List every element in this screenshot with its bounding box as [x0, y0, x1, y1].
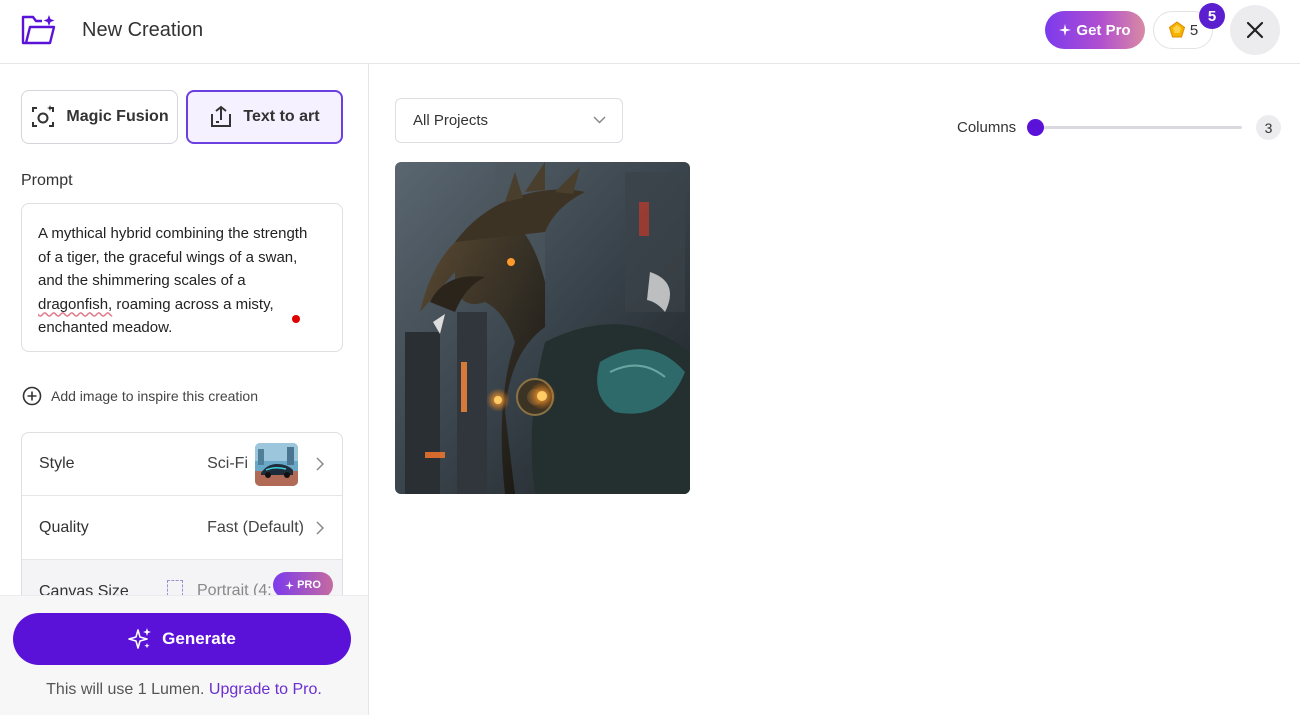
tab-text-to-art-label: Text to art — [243, 108, 320, 125]
chevron-right-icon — [316, 457, 324, 471]
add-image-label: Add image to inspire this creation — [51, 388, 258, 404]
project-filter-value: All Projects — [413, 112, 489, 129]
style-value: Sci-Fi — [207, 455, 248, 472]
quality-setting[interactable]: Quality Fast (Default) — [22, 497, 342, 560]
prompt-misspelled-word: dragonfish, — [38, 295, 113, 313]
columns-label: Columns — [957, 119, 1017, 136]
plus-circle-icon — [22, 386, 42, 406]
columns-slider-thumb[interactable] — [1026, 119, 1044, 136]
upload-art-icon — [211, 105, 232, 127]
prompt-text[interactable]: A mythical hybrid combining the strength… — [38, 222, 323, 340]
generate-label: Generate — [162, 629, 236, 648]
sparkle-icon — [285, 580, 295, 590]
style-setting[interactable]: Style Sci-Fi — [22, 433, 342, 496]
quality-value: Fast (Default) — [207, 519, 304, 536]
columns-value: 3 — [1256, 115, 1281, 140]
pro-badge-label: PRO — [297, 579, 321, 591]
add-image-button[interactable]: Add image to inspire this creation — [22, 386, 258, 406]
app-header: New Creation Get Pro 5 5 — [0, 0, 1300, 64]
camera-fusion-icon — [32, 105, 55, 127]
style-label: Style — [39, 455, 75, 472]
notification-badge: 5 — [1199, 3, 1225, 29]
lumen-usage-text: This will use 1 Lumen. — [46, 681, 209, 698]
generated-artwork[interactable] — [395, 162, 690, 494]
prompt-input[interactable]: A mythical hybrid combining the strength… — [21, 203, 343, 352]
tab-magic-fusion[interactable]: Magic Fusion — [21, 90, 178, 144]
upgrade-link[interactable]: Upgrade to Pro. — [209, 681, 322, 698]
get-pro-label: Get Pro — [1076, 21, 1131, 39]
close-button[interactable] — [1230, 5, 1280, 55]
sparkle-icon — [1059, 24, 1072, 36]
close-icon — [1246, 21, 1264, 39]
generate-sparkle-icon — [128, 628, 152, 649]
quality-label: Quality — [39, 519, 89, 536]
prompt-label: Prompt — [21, 172, 73, 189]
lumen-usage-note: This will use 1 Lumen. Upgrade to Pro. — [0, 681, 368, 699]
generate-footer: Generate This will use 1 Lumen. Upgrade … — [0, 595, 368, 715]
lumen-count: 5 — [1189, 21, 1199, 39]
creation-sidebar: Magic Fusion Text to art Prompt A mythic… — [0, 64, 369, 715]
tab-magic-fusion-label: Magic Fusion — [66, 108, 169, 125]
recording-indicator — [292, 315, 300, 323]
page-title: New Creation — [82, 19, 204, 41]
chevron-down-icon — [593, 116, 606, 124]
prompt-text-part1: A mythical hybrid combining the strength… — [38, 225, 308, 289]
get-pro-button[interactable]: Get Pro — [1045, 11, 1145, 49]
generate-button[interactable]: Generate — [13, 613, 351, 665]
chevron-right-icon — [316, 521, 324, 535]
folder-sparkle-icon — [21, 15, 56, 45]
project-filter-select[interactable]: All Projects — [395, 98, 623, 143]
canvas-frame-icon — [167, 580, 183, 596]
gem-icon — [1168, 21, 1185, 38]
tab-text-to-art[interactable]: Text to art — [186, 90, 343, 144]
style-thumbnail — [255, 443, 298, 486]
columns-slider-track[interactable] — [1035, 126, 1242, 129]
